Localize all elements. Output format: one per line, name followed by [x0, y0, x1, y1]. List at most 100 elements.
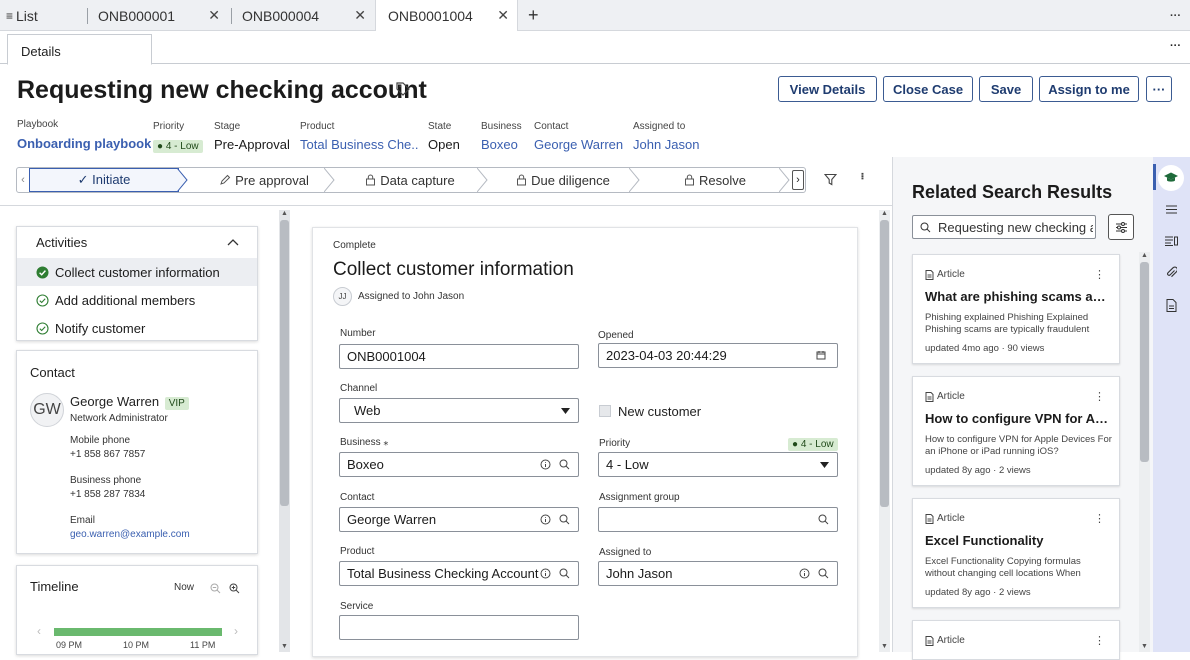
more-actions-button[interactable]: ··· [1146, 76, 1172, 102]
zoom-out-icon[interactable] [210, 583, 221, 594]
more-icon[interactable]: ··· [1170, 0, 1181, 31]
timeline-bar[interactable] [54, 628, 222, 636]
list-icon[interactable] [1166, 205, 1177, 214]
info-icon[interactable] [540, 514, 551, 525]
product-field[interactable]: Total Business Checking Account [339, 561, 579, 586]
stage-bar: ‹ ✓ Initiate Pre approval Data capture D… [16, 167, 806, 193]
stage-initiate[interactable]: ✓ Initiate [29, 168, 179, 192]
related-card[interactable]: Article ⋮ Excel Functionality Excel Func… [912, 498, 1120, 608]
more-icon[interactable]: ··· [1170, 40, 1181, 52]
search-icon[interactable] [818, 568, 829, 579]
vip-badge: VIP [164, 397, 189, 410]
contact-field[interactable]: George Warren [339, 507, 579, 532]
info-icon[interactable] [540, 459, 551, 470]
save-button[interactable]: Save [979, 76, 1033, 102]
service-field[interactable] [339, 615, 579, 640]
left-scrollbar[interactable]: ▲ ▼ [279, 210, 290, 652]
contact-link[interactable]: George Warren [534, 137, 623, 152]
now-button[interactable]: Now [174, 582, 194, 593]
zoom-in-icon[interactable] [229, 583, 240, 594]
activity-notify-customer[interactable]: Notify customer [17, 314, 257, 342]
timeline-panel: Timeline Now ‹ › 09 PM 10 PM 11 PM [16, 565, 258, 655]
chevron-up-icon[interactable] [227, 238, 239, 246]
tab-onb000004[interactable]: ONB000004 ✕ [242, 0, 368, 31]
sub-tab-bar: Details ··· [0, 31, 1190, 65]
more-vertical-icon[interactable]: ⋮ [1094, 268, 1105, 281]
contact-name[interactable]: George Warren VIP [70, 394, 189, 410]
assigned-to-field[interactable]: John Jason [598, 561, 838, 586]
close-icon[interactable]: ✕ [208, 7, 220, 24]
page-title: Requesting new checking account [17, 76, 427, 104]
email-link[interactable]: geo.warren@example.com [70, 529, 190, 540]
search-icon[interactable] [559, 514, 570, 525]
more-vertical-icon[interactable]: ⋮ [1094, 512, 1105, 525]
stage-next-icon[interactable]: › [792, 170, 804, 190]
playbook-link[interactable]: Onboarding playbook [17, 136, 151, 151]
graduation-cap-icon[interactable] [1158, 165, 1184, 191]
close-icon[interactable]: ✕ [497, 7, 509, 24]
calendar-icon[interactable] [816, 350, 826, 360]
stage-resolve[interactable]: Resolve [644, 168, 786, 192]
timeline-prev-icon[interactable]: ‹ [37, 624, 41, 638]
search-icon[interactable] [818, 514, 829, 525]
add-tab-button[interactable]: + [528, 0, 539, 31]
search-icon[interactable] [559, 459, 570, 470]
activity-add-additional-members[interactable]: Add additional members [17, 286, 257, 314]
new-customer-checkbox[interactable] [599, 405, 611, 417]
close-icon[interactable]: ✕ [354, 7, 366, 24]
tab-list[interactable]: ≡ List [6, 0, 86, 31]
text-list-icon[interactable] [1165, 236, 1178, 246]
assigned-link[interactable]: John Jason [633, 137, 700, 152]
tab-onb0001004[interactable]: ONB0001004 ✕ [375, 0, 518, 31]
stage-pre-approval[interactable]: Pre approval [193, 168, 335, 192]
stage-data-capture[interactable]: Data capture [339, 168, 481, 192]
view-details-button[interactable]: View Details [778, 76, 877, 102]
info-icon[interactable] [799, 568, 810, 579]
meta-assigned: Assigned to John Jason [633, 121, 700, 152]
avatar: JJ [333, 287, 352, 306]
paperclip-icon[interactable] [1166, 266, 1177, 279]
tag-icon[interactable] [396, 82, 410, 96]
close-case-button[interactable]: Close Case [883, 76, 973, 102]
info-icon[interactable] [540, 568, 551, 579]
lock-icon [366, 174, 376, 186]
stage-due-diligence[interactable]: Due diligence [492, 168, 634, 192]
search-icon[interactable] [559, 568, 570, 579]
more-vertical-icon[interactable]: ⋮ [1094, 390, 1105, 403]
document-icon[interactable] [1166, 299, 1177, 312]
contact-panel: Contact GW George Warren VIP Network Adm… [16, 350, 258, 554]
meta-playbook: Playbook Onboarding playbook [17, 119, 152, 151]
opened-field[interactable]: 2023-04-03 20:44:29 [598, 343, 838, 368]
priority-select[interactable]: 4 - Low [598, 452, 838, 477]
business-link[interactable]: Boxeo [481, 137, 522, 152]
product-link[interactable]: Total Business Che... [300, 137, 418, 152]
tab-onb000001[interactable]: ONB000001 ✕ [98, 0, 222, 31]
more-vertical-icon[interactable]: ⋮ [1094, 634, 1105, 647]
related-title: Related Search Results [912, 182, 1113, 202]
related-card[interactable]: Article ⋮ What are phishing scams and ..… [912, 254, 1120, 364]
assignment-group-field[interactable] [598, 507, 838, 532]
related-scrollbar[interactable]: ▲ ▼ [1139, 252, 1150, 652]
chevron-right-icon [477, 168, 488, 192]
chevron-right-icon [629, 168, 640, 192]
timeline-next-icon[interactable]: › [234, 624, 238, 638]
filter-icon[interactable] [824, 173, 837, 186]
channel-select[interactable]: Web [339, 398, 579, 423]
stage-prev-icon[interactable]: ‹ [17, 168, 29, 192]
related-card[interactable]: Article ⋮ How to configure VPN for Ap...… [912, 376, 1120, 486]
business-field[interactable]: Boxeo [339, 452, 579, 477]
filter-settings-button[interactable] [1108, 214, 1134, 240]
center-scrollbar[interactable]: ▲ ▼ [879, 210, 890, 652]
tab-details[interactable]: Details [7, 34, 152, 65]
check-circle-filled-icon [36, 266, 49, 278]
activity-collect-customer-information[interactable]: Collect customer information [17, 258, 257, 286]
related-search-input[interactable]: Requesting new checking a [912, 215, 1096, 239]
more-vertical-icon[interactable]: ··· [855, 172, 870, 179]
assign-to-me-button[interactable]: Assign to me [1039, 76, 1139, 102]
lock-icon [685, 174, 695, 186]
activities-panel: Activities Collect customer information … [16, 226, 258, 341]
related-card[interactable]: Article ⋮ [912, 620, 1120, 660]
lock-icon [517, 174, 527, 186]
number-field[interactable]: ONB0001004 [339, 344, 579, 369]
contact-title: Contact [30, 365, 75, 380]
